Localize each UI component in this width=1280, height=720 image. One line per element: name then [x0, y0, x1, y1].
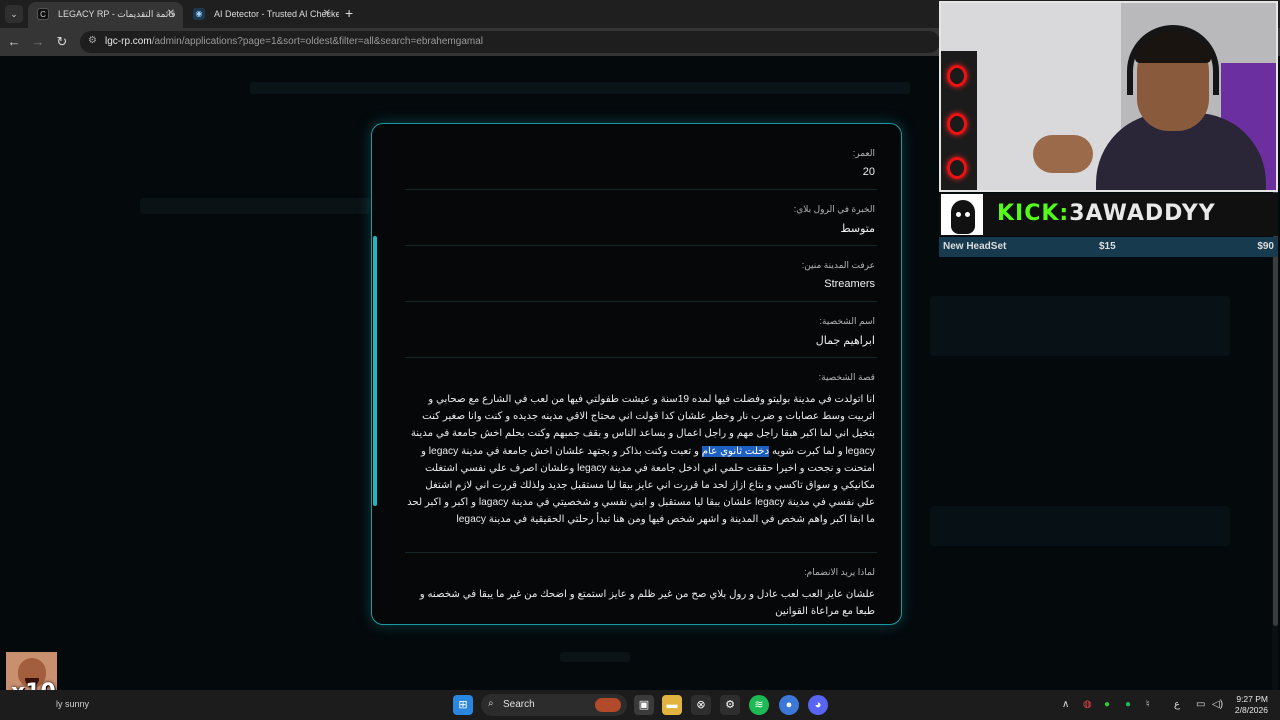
experience-label: الخبرة في الرول بلاي:	[793, 204, 875, 214]
selected-text: دخلت ثانوي عام	[701, 445, 770, 457]
tab-title: LEGACY RP - قائمة التقديمات	[58, 9, 176, 19]
new-tab-icon[interactable]: +	[345, 5, 353, 21]
character-name-value: ابراهيم جمال	[815, 335, 875, 347]
tab-ai-detector[interactable]: ◉ AI Detector - Trusted AI Checke ✕	[184, 2, 339, 28]
pc-case	[941, 51, 977, 190]
kick-prefix: KICK:	[997, 201, 1070, 226]
penguin-avatar-icon	[941, 194, 983, 235]
taskbar-search[interactable]: ⌕ Search	[481, 694, 627, 716]
story-field: قصة الشخصية: انا اتولدت في مدينة بوليتو …	[405, 372, 875, 529]
discord-icon[interactable]: ◕	[808, 695, 828, 715]
webcam-overlay	[939, 1, 1278, 192]
tray-app-icon[interactable]: ◍	[1083, 697, 1092, 713]
clock[interactable]: 9:27 PM 2/8/2026	[1228, 694, 1268, 716]
tray-status-icon[interactable]: ●	[1104, 697, 1110, 713]
avatar-bird	[951, 200, 975, 234]
donation-goal-bar: New HeadSet $15 $90	[939, 237, 1278, 257]
url-path: /admin/applications?page=1&sort=oldest&f…	[151, 36, 484, 47]
close-tab-icon[interactable]: ✕	[167, 2, 175, 26]
network-icon[interactable]: ▭	[1196, 697, 1205, 713]
task-view-icon[interactable]: ▣	[634, 695, 654, 715]
tray-chevron-icon[interactable]: ∧	[1062, 697, 1069, 713]
age-value: 20	[862, 166, 875, 178]
weather-widget[interactable]: ly sunny	[56, 699, 89, 709]
reason-field: لماذا يريد الانضمام: علشان عايز العب لعب…	[405, 567, 875, 620]
backdrop-logo	[930, 296, 1230, 356]
headset	[1127, 25, 1219, 95]
goal-target: $90	[1257, 241, 1274, 252]
volume-icon[interactable]: ◁)	[1212, 697, 1223, 713]
clock-date: 2/8/2026	[1234, 705, 1268, 715]
avatar-eye	[965, 212, 970, 217]
goal-current: $15	[1099, 241, 1116, 252]
taskbar: ly sunny ⊞ ⌕ Search ▣ ▬ ⊗ ⚙ ≋ ● ◕ ∧ ◍ ● …	[0, 690, 1280, 720]
tab-legacy-rp[interactable]: C LEGACY RP - قائمة التقديمات ✕	[28, 2, 183, 28]
close-tab-icon[interactable]: ✕	[323, 2, 331, 26]
application-modal: العمر: 20 الخبرة في الرول بلاي: متوسط عر…	[371, 123, 902, 625]
spotify-icon[interactable]: ≋	[749, 695, 769, 715]
backdrop-nav	[250, 82, 910, 94]
since-value: Streamers	[824, 278, 875, 290]
age-field: العمر: 20	[405, 148, 875, 178]
search-label: Search	[503, 699, 535, 710]
age-label: العمر:	[852, 148, 875, 158]
site-info-icon[interactable]: ⚙	[88, 35, 97, 46]
microphone-icon[interactable]: ♮	[1146, 697, 1150, 713]
reason-label: لماذا يريد الانضمام:	[804, 567, 875, 577]
xbox-icon[interactable]: ⊗	[691, 695, 711, 715]
chrome-icon[interactable]: ●	[779, 695, 799, 715]
divider	[405, 552, 877, 553]
avatar-eye	[956, 212, 961, 217]
file-explorer-icon[interactable]: ▬	[662, 695, 682, 715]
kick-handle: KICK:3AWADDYY	[997, 200, 1216, 228]
experience-field: الخبرة في الرول بلاي: متوسط	[405, 204, 875, 235]
reason-text: علشان عايز العب لعب عادل و رول بلاي صح م…	[419, 589, 875, 618]
streamer-hand	[1033, 135, 1093, 173]
since-label: عرفت المدينة منين:	[801, 260, 875, 270]
clock-time: 9:27 PM	[1236, 694, 1268, 704]
character-name-field: اسم الشخصية: ابراهيم جمال	[405, 316, 875, 347]
forward-icon[interactable]: →	[30, 34, 46, 50]
goal-name: New HeadSet	[943, 241, 1007, 252]
ai-detector-favicon-icon: ◉	[193, 8, 205, 20]
search-highlight-icon	[595, 698, 621, 712]
rgb-fan	[947, 65, 967, 87]
rgb-fan	[947, 157, 967, 179]
steam-icon[interactable]: ⚙	[720, 695, 740, 715]
kick-username: 3AWADDYY	[1069, 201, 1216, 226]
tray-spotify-icon[interactable]: ●	[1125, 697, 1131, 713]
divider	[405, 357, 877, 358]
divider	[405, 245, 877, 246]
url-text: lgc-rp.com/admin/applications?page=1&sor…	[105, 36, 483, 47]
rgb-fan	[947, 113, 967, 135]
divider	[405, 189, 877, 190]
address-bar[interactable]: ⚙ lgc-rp.com/admin/applications?page=1&s…	[80, 31, 940, 53]
legacy-favicon-icon: C	[37, 8, 49, 20]
story-label: قصة الشخصية:	[818, 372, 875, 382]
reload-icon[interactable]: ↻	[54, 34, 70, 50]
tab-search-icon[interactable]: ⌄	[5, 5, 23, 23]
experience-value: متوسط	[840, 223, 875, 235]
divider	[405, 301, 877, 302]
kick-banner: KICK:3AWADDYY	[939, 193, 1278, 236]
modal-scrollbar[interactable]	[373, 236, 377, 506]
since-field: عرفت المدينة منين: Streamers	[405, 260, 875, 290]
back-icon[interactable]: ←	[6, 34, 22, 50]
story-text: انا اتولدت في مدينة بوليتو وفضلت فيها لم…	[405, 391, 875, 529]
url-host: lgc-rp.com	[105, 36, 152, 47]
tab-title: AI Detector - Trusted AI Checke	[214, 9, 339, 19]
start-icon[interactable]: ⊞	[453, 695, 473, 715]
backdrop-filter-bar	[140, 198, 370, 214]
story-text-part: و تعبت وكنت بذاكر و بجتهد علشان اخش جامع…	[407, 445, 875, 526]
character-name-label: اسم الشخصية:	[819, 316, 875, 326]
search-icon: ⌕	[488, 698, 494, 709]
backdrop-actions	[930, 506, 1230, 546]
language-indicator[interactable]: ع	[1174, 697, 1180, 713]
backdrop-footer	[560, 652, 630, 662]
